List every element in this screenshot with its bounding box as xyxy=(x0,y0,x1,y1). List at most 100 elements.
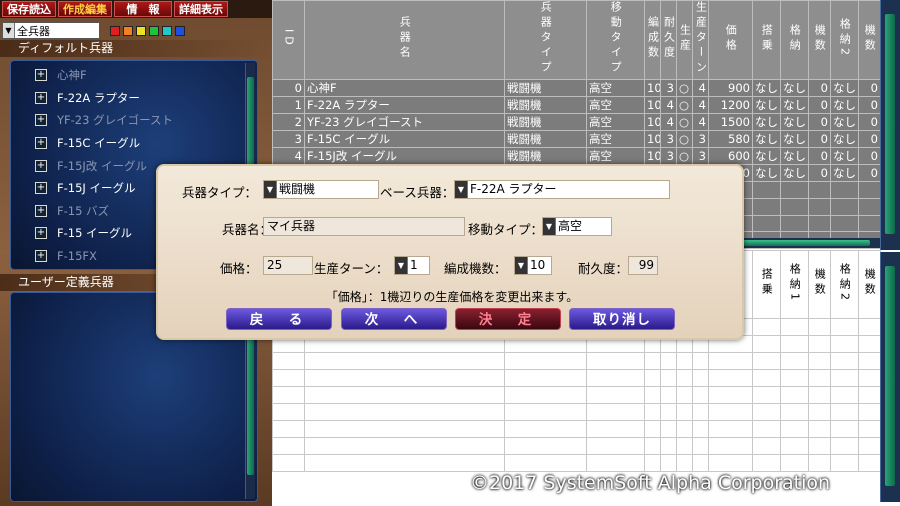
table-cell: 戦闘機 xyxy=(504,113,587,131)
durability-label: 耐久度： xyxy=(578,261,629,276)
column-header[interactable]: ID xyxy=(272,0,305,80)
table-cell xyxy=(304,454,505,472)
detail-vertical-scrollbar[interactable] xyxy=(880,252,900,502)
table-row[interactable]: 4 F-15J改 イーグル 戦闘機 高空 10 3 ○ 3 600 なし なし 0 なし 0 xyxy=(272,147,881,165)
confirm-button[interactable]: 決 定 xyxy=(455,308,561,330)
price-input[interactable]: 25 xyxy=(263,256,313,275)
table-row[interactable] xyxy=(272,403,881,421)
column-header[interactable]: 移動タイプ xyxy=(586,0,645,80)
table-cell xyxy=(808,335,831,353)
weapon-type-select[interactable]: ▼ 戦闘機 xyxy=(263,180,379,199)
color-swatch-2[interactable] xyxy=(136,25,146,36)
production-turn-select[interactable]: ▼ 1 xyxy=(394,256,430,275)
table-cell xyxy=(858,352,881,370)
table-cell: 0 xyxy=(808,164,831,182)
column-header[interactable]: 格納 xyxy=(780,0,809,80)
table-cell: 1 xyxy=(272,96,305,114)
table-row[interactable]: 3 F-15C イーグル 戦闘機 高空 10 3 ○ 3 580 なし なし 0 なし 0 xyxy=(272,130,881,148)
weapon-list-item[interactable]: + F-22A ラプター xyxy=(11,87,257,110)
expand-icon[interactable]: + xyxy=(35,137,47,150)
weapon-list-label: F-15 バズ xyxy=(57,203,110,218)
menu-details[interactable]: 詳細表示 xyxy=(174,1,228,17)
table-cell xyxy=(780,214,809,233)
table-cell: 3 xyxy=(660,147,677,165)
weapon-name-input[interactable]: マイ兵器 xyxy=(263,217,465,236)
table-row[interactable] xyxy=(272,454,881,472)
table-cell: 10 xyxy=(644,96,661,114)
cancel-button[interactable]: 取り消し xyxy=(569,308,675,330)
table-cell xyxy=(780,386,809,404)
scroll-thumb[interactable] xyxy=(885,266,895,486)
table-cell: 0 xyxy=(808,79,831,97)
base-weapon-select[interactable]: ▼ F-22A ラプター xyxy=(454,180,670,199)
default-weapons-title: ディフォルト兵器 xyxy=(0,40,272,57)
expand-icon[interactable]: + xyxy=(35,91,47,104)
formation-count-select[interactable]: ▼ 10 xyxy=(514,256,552,275)
color-swatch-1[interactable] xyxy=(123,25,133,36)
column-header[interactable]: 機数 xyxy=(858,0,881,80)
menu-save-load[interactable]: 保存読込 xyxy=(2,1,56,17)
expand-icon[interactable]: + xyxy=(35,182,47,195)
table-cell xyxy=(780,335,809,353)
table-row[interactable] xyxy=(272,420,881,438)
column-header[interactable]: 生産ターン xyxy=(692,0,709,80)
table-row[interactable]: 0 心神F 戦闘機 高空 10 3 ○ 4 900 なし なし 0 なし 0 xyxy=(272,79,881,97)
scroll-thumb[interactable] xyxy=(885,14,895,234)
column-header[interactable]: 格納2 xyxy=(830,0,859,80)
table-cell xyxy=(830,437,859,455)
column-header[interactable]: 編成数 xyxy=(644,0,661,80)
table-cell xyxy=(830,214,859,233)
color-swatch-0[interactable] xyxy=(110,25,120,36)
table-vertical-scrollbar[interactable] xyxy=(880,0,900,250)
table-cell xyxy=(808,454,831,472)
table-cell: なし xyxy=(752,164,781,182)
table-row[interactable]: 2 YF-23 グレイゴースト 戦闘機 高空 10 4 ○ 4 1500 なし なし 0 なし 0 xyxy=(272,113,881,131)
expand-icon[interactable]: + xyxy=(35,204,47,217)
table-cell xyxy=(858,437,881,455)
next-button[interactable]: 次 へ xyxy=(341,308,447,330)
menu-create-edit[interactable]: 作成編集 xyxy=(58,1,112,17)
table-row[interactable] xyxy=(272,386,881,404)
column-header[interactable]: 機数 xyxy=(808,0,831,80)
table-cell xyxy=(808,403,831,421)
color-swatch-4[interactable] xyxy=(162,25,172,36)
weapon-list-item[interactable]: + 心神F xyxy=(11,64,257,87)
table-cell: 0 xyxy=(808,130,831,148)
column-header: 格納2 xyxy=(830,250,859,319)
column-header[interactable]: 兵器タイプ xyxy=(504,0,587,80)
expand-icon[interactable]: + xyxy=(35,114,47,127)
table-cell: なし xyxy=(830,79,859,97)
table-cell xyxy=(660,437,677,455)
move-type-select[interactable]: ▼ 高空 xyxy=(542,217,612,236)
durability-input[interactable]: 99 xyxy=(628,256,658,275)
table-cell: 高空 xyxy=(586,113,645,131)
table-cell xyxy=(660,386,677,404)
table-row[interactable] xyxy=(272,437,881,455)
back-button[interactable]: 戻 る xyxy=(226,308,332,330)
table-row[interactable]: 1 F-22A ラプター 戦闘機 高空 10 4 ○ 4 1200 なし なし 0 なし 0 xyxy=(272,96,881,114)
color-swatch-5[interactable] xyxy=(175,25,185,36)
table-row[interactable] xyxy=(272,369,881,387)
menu-info[interactable]: 情 報 xyxy=(114,1,172,17)
color-swatch-3[interactable] xyxy=(149,25,159,36)
column-header-label: 生産 xyxy=(678,23,692,54)
table-cell xyxy=(644,420,661,438)
column-header[interactable]: 価格 xyxy=(708,0,753,80)
column-header[interactable]: 搭乗 xyxy=(752,0,781,80)
table-cell: 0 xyxy=(272,79,305,97)
column-header-label: 格納2 xyxy=(838,18,852,59)
weapon-list-item[interactable]: + F-15C イーグル xyxy=(11,132,257,155)
expand-icon[interactable]: + xyxy=(35,159,47,172)
expand-icon[interactable]: + xyxy=(35,227,47,240)
scroll-thumb[interactable] xyxy=(247,335,254,475)
expand-icon[interactable]: + xyxy=(35,69,47,82)
weapon-filter-select[interactable]: ▼ 全兵器 xyxy=(2,22,100,39)
column-header[interactable]: 耐久度 xyxy=(660,0,677,80)
expand-icon[interactable]: + xyxy=(35,250,47,263)
table-row[interactable] xyxy=(272,352,881,370)
weapon-list-item[interactable]: + YF-23 グレイゴースト xyxy=(11,109,257,132)
column-header[interactable]: 生産 xyxy=(676,0,693,80)
table-cell: なし xyxy=(780,96,809,114)
menu-bar: 保存読込 作成編集 情 報 詳細表示 xyxy=(0,0,272,18)
column-header[interactable]: 兵器名 xyxy=(304,0,505,80)
